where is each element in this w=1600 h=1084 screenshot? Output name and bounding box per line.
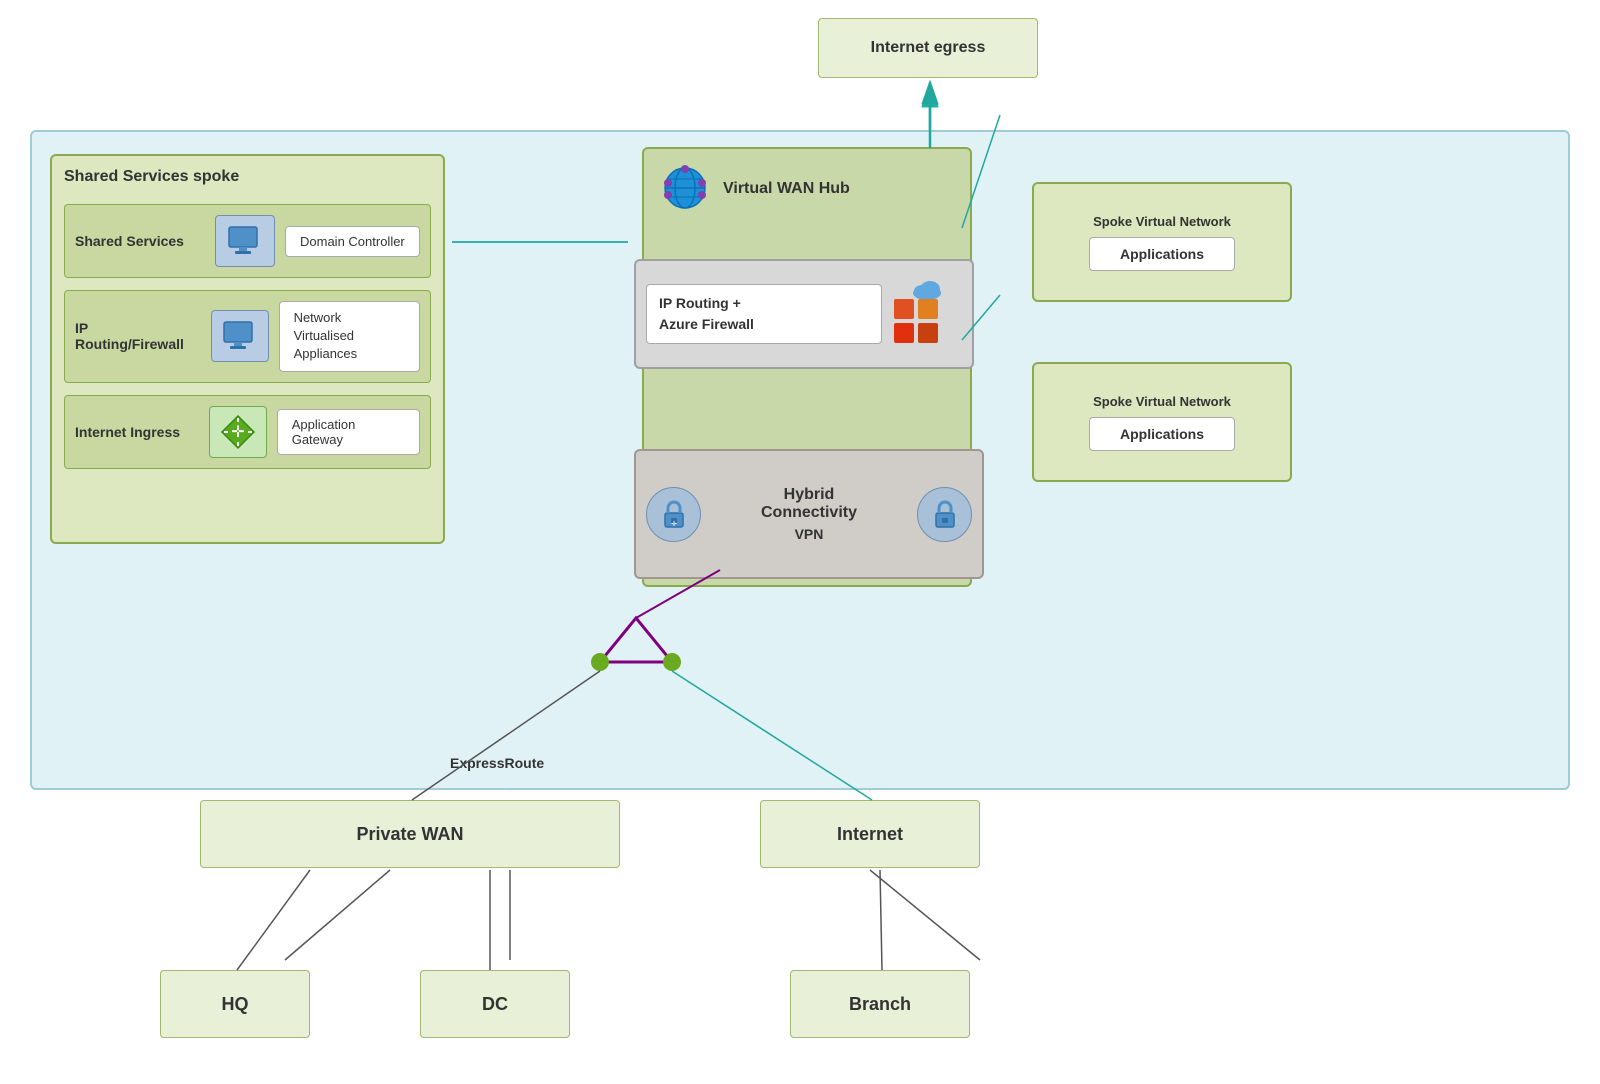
- branch-label: Branch: [849, 994, 911, 1015]
- spoke-vnet-2: Spoke Virtual Network Applications: [1032, 362, 1292, 482]
- ip-routing-azure-text: IP Routing +Azure Firewall: [646, 284, 882, 344]
- firewall-grid-icon: [892, 297, 942, 347]
- spoke-vnet-1-title: Spoke Virtual Network: [1093, 214, 1231, 229]
- diamond-icon: ✛: [209, 406, 266, 458]
- lock-svg-left: ✛: [657, 497, 691, 531]
- shared-services-label: Shared Services: [75, 233, 205, 249]
- computer-svg-2: [222, 320, 258, 352]
- shared-services-spoke-title: Shared Services spoke: [64, 168, 431, 186]
- ip-routing-firewall-row: IP Routing/Firewall Network VirtualisedA…: [64, 290, 431, 383]
- diagram: Internet egress Shared Services spoke Sh…: [0, 0, 1600, 1084]
- hybrid-connectivity-box: ✛ HybridConnectivity VPN: [634, 449, 984, 579]
- hybrid-connectivity-label: HybridConnectivity: [707, 486, 911, 522]
- vwan-hub-container: Virtual WAN Hub IP Routing +Azure Firewa…: [642, 147, 972, 587]
- diamond-arrows-svg: ✛: [218, 412, 258, 452]
- vwan-hub-label: Virtual WAN Hub: [723, 180, 850, 198]
- dc-label: DC: [482, 994, 508, 1015]
- internet-ingress-label: Internet Ingress: [75, 424, 199, 440]
- computer-svg-1: [227, 225, 263, 257]
- internet-egress-label: Internet egress: [871, 39, 986, 57]
- ip-routing-azure-box: IP Routing +Azure Firewall: [634, 259, 974, 369]
- hybrid-text: HybridConnectivity VPN: [707, 486, 911, 542]
- ip-routing-firewall-label: IP Routing/Firewall: [75, 320, 201, 352]
- svg-text:✛: ✛: [671, 520, 677, 528]
- azure-firewall-icon: [892, 279, 962, 349]
- private-wan-box: Private WAN: [200, 800, 620, 868]
- private-wan-label: Private WAN: [356, 824, 463, 845]
- shared-services-spoke-box: Shared Services spoke Shared Services Do…: [50, 154, 445, 544]
- network-appliances-box: Network VirtualisedAppliances: [279, 301, 420, 372]
- main-azure-container: Shared Services spoke Shared Services Do…: [30, 130, 1570, 790]
- spoke-vnet-1: Spoke Virtual Network Applications: [1032, 182, 1292, 302]
- branch-box: Branch: [790, 970, 970, 1038]
- computer-icon-2: [211, 310, 269, 362]
- lock-icon-right: [917, 487, 972, 542]
- internet-label: Internet: [837, 824, 903, 845]
- internet-box: Internet: [760, 800, 980, 868]
- spoke-vnet-1-apps: Applications: [1089, 237, 1235, 271]
- internet-ingress-row: Internet Ingress ✛ Application Gateway: [64, 395, 431, 469]
- application-gateway-box: Application Gateway: [277, 409, 420, 455]
- lock-icon-left: ✛: [646, 487, 701, 542]
- shared-services-row: Shared Services Domain Controller: [64, 204, 431, 278]
- ip-routing-white-box: IP Routing +Azure Firewall: [646, 284, 882, 344]
- spoke-vnet-2-title: Spoke Virtual Network: [1093, 394, 1231, 409]
- domain-controller-box: Domain Controller: [285, 226, 420, 257]
- svg-text:✛: ✛: [231, 424, 244, 441]
- vpn-label: VPN: [707, 526, 911, 542]
- dc-box: DC: [420, 970, 570, 1038]
- computer-icon-1: [215, 215, 275, 267]
- vwan-hub-header: Virtual WAN Hub: [644, 149, 970, 228]
- spoke-vnet-2-apps: Applications: [1089, 417, 1235, 451]
- expressroute-label: ExpressRoute: [450, 755, 544, 771]
- hq-box: HQ: [160, 970, 310, 1038]
- globe-icon: [658, 161, 713, 216]
- internet-egress-box: Internet egress: [818, 18, 1038, 78]
- lock-svg-right: [928, 497, 962, 531]
- hq-label: HQ: [222, 994, 249, 1015]
